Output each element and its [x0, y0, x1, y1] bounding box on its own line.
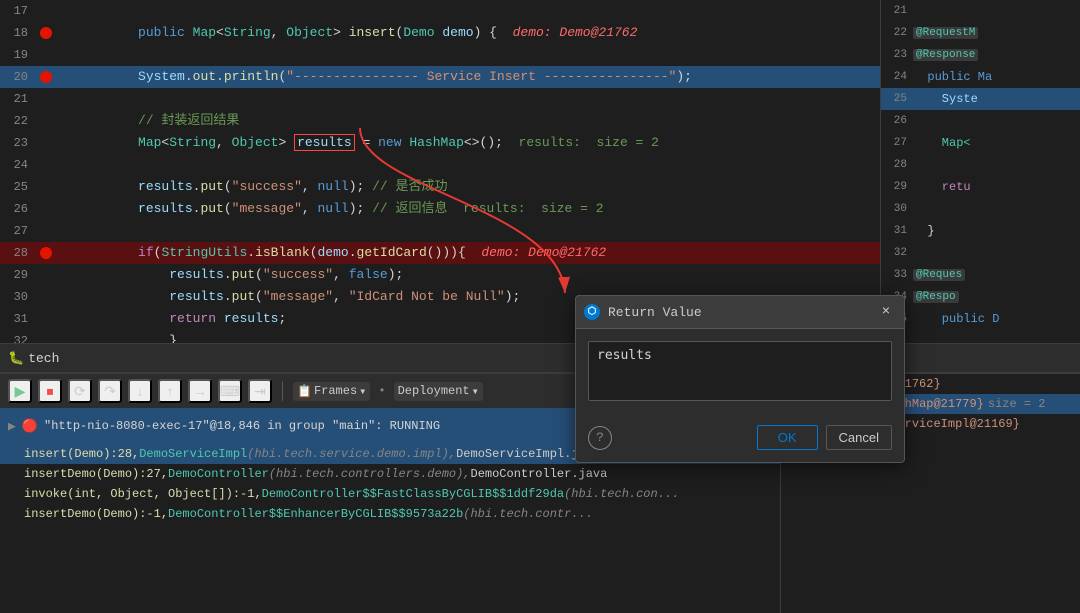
results-highlight: results [294, 134, 355, 151]
right-line-31: 31 } [881, 220, 1080, 242]
step-over-btn[interactable]: ↷ [98, 379, 122, 403]
line-num-24: 24 [0, 158, 36, 172]
line-num-30: 30 [0, 290, 36, 304]
frames-label: Frames [314, 384, 357, 398]
line-num-29: 29 [0, 268, 36, 282]
deployment-dropdown[interactable]: Deployment ▾ [394, 382, 483, 401]
run-to-cursor-btn[interactable]: → [188, 379, 212, 403]
line-num-28: 28 [0, 246, 36, 260]
right-line-24: 24 public Ma [881, 66, 1080, 88]
frame-class-0: DemoServiceImpl [139, 447, 247, 461]
resume-btn[interactable]: ▶ [8, 379, 32, 403]
modal-title-text: Return Value [608, 305, 868, 320]
main-container: 17 18 public Map<String, Object> insert(… [0, 0, 1080, 613]
frame-method-3: insertDemo(Demo):-1, [24, 507, 168, 521]
restart-btn[interactable]: ⟳ [68, 379, 92, 403]
stack-frame-3[interactable]: insertDemo(Demo):-1, DemoController$$Enh… [0, 504, 780, 524]
var-extra-results: size = 2 [988, 397, 1046, 411]
thread-icon: 🔴 [22, 419, 38, 434]
left-code-panel: 17 18 public Map<String, Object> insert(… [0, 0, 880, 343]
modal-footer: ? OK Cancel [576, 417, 904, 462]
right-line-30: 30 [881, 198, 1080, 220]
evaluate-btn[interactable]: ⌨ [218, 379, 242, 403]
right-line-35: 35 public D [881, 308, 1080, 330]
frames-icon: 📋 [297, 384, 312, 399]
modal-close-btn[interactable]: × [876, 302, 896, 322]
code-line-26: 26 results.put("message", null); // 返回信息… [0, 198, 880, 220]
stack-frame-1[interactable]: insertDemo(Demo):27, DemoController (hbi… [0, 464, 780, 484]
step-out-btn[interactable]: ↑ [158, 379, 182, 403]
frame-method-0: insert(Demo):28, [24, 447, 139, 461]
line-num-27: 27 [0, 224, 36, 238]
frame-class-2: DemoController$$FastClassByCGLIB$$1ddf29… [262, 487, 564, 501]
deployment-label: Deployment [398, 384, 470, 398]
modal-icon: ⬡ [584, 304, 600, 320]
right-line-25: 25 Syste [881, 88, 1080, 110]
line-num-23: 23 [0, 136, 36, 150]
modal-title-bar: ⬡ Return Value × [576, 296, 904, 329]
frames-arrow: ▾ [359, 384, 366, 399]
line-num-25: 25 [0, 180, 36, 194]
line-num-20: 20 [0, 70, 36, 84]
right-line-34: 34 @Respo [881, 286, 1080, 308]
debug-label[interactable]: tech [28, 351, 59, 366]
thread-expand-icon: ▶ [8, 419, 16, 434]
frame-method-1: insertDemo(Demo):27, [24, 467, 168, 481]
frame-method-2: invoke(int, Object, Object[]):-1, [24, 487, 262, 501]
return-value-modal: ⬡ Return Value × results ? OK Cancel [575, 295, 905, 463]
frame-file-italic-2: (hbi.tech.con... [564, 487, 679, 501]
separator-dot: • [378, 384, 385, 398]
code-line-23: 23 Map<String, Object> results = new Has… [0, 132, 880, 154]
line-num-31: 31 [0, 312, 36, 326]
right-line-27: 27 Map< [881, 132, 1080, 154]
line-num-26: 26 [0, 202, 36, 216]
debug-icon: 🐛 [8, 351, 24, 366]
breakpoint-18[interactable] [40, 27, 52, 39]
right-line-21: 21 [881, 0, 1080, 22]
frame-class-3: DemoController$$EnhancerByCGLIB$$9573a22… [168, 507, 463, 521]
stack-frame-2[interactable]: invoke(int, Object, Object[]):-1, DemoCo… [0, 484, 780, 504]
code-line-18: 18 public Map<String, Object> insert(Dem… [0, 22, 880, 44]
gutter-18 [36, 27, 56, 39]
frame-file-italic-0: (hbi.tech.service.demo.impl), [247, 447, 456, 461]
line-num-18: 18 [0, 26, 36, 40]
line-num-19: 19 [0, 48, 36, 62]
frames-dropdown[interactable]: 📋 Frames ▾ [293, 382, 370, 401]
right-line-33: 33 @Reques [881, 264, 1080, 286]
frame-file-italic-1: (hbi.tech.controllers.demo), [269, 467, 471, 481]
force-step-into-btn[interactable]: ⇥ [248, 379, 272, 403]
right-line-28: 28 [881, 154, 1080, 176]
thread-text: "http-nio-8080-exec-17"@18,846 in group … [44, 419, 440, 433]
gutter-28 [36, 247, 56, 259]
line-num-22: 22 [0, 114, 36, 128]
frame-class-1: DemoController [168, 467, 269, 481]
line-num-21: 21 [0, 92, 36, 106]
line-num-32: 32 [0, 334, 36, 343]
modal-input[interactable]: results [588, 341, 892, 401]
frame-file-italic-3: (hbi.tech.contr... [463, 507, 593, 521]
breakpoint-20[interactable] [40, 71, 52, 83]
modal-ok-btn[interactable]: OK [757, 425, 818, 450]
modal-body: results [576, 329, 904, 417]
right-line-26: 26 [881, 110, 1080, 132]
code-line-20: 20 System.out.println("---------------- … [0, 66, 880, 88]
breakpoint-28[interactable] [40, 247, 52, 259]
right-overview-panel: 21 22 @RequestM 23 @Response 24 public M… [880, 0, 1080, 343]
step-into-btn[interactable]: ↓ [128, 379, 152, 403]
right-line-32: 32 [881, 242, 1080, 264]
right-line-22: 22 @RequestM [881, 22, 1080, 44]
deployment-arrow: ▾ [472, 384, 479, 399]
modal-cancel-btn[interactable]: Cancel [826, 425, 892, 450]
bottom-debug-area: ▶ ⏹ ⟳ ↷ ↓ ↑ → ⌨ ⇥ 📋 Frames ▾ • Deploymen… [0, 373, 1080, 613]
debug-bar: 🐛 tech [0, 343, 1080, 373]
right-line-23: 23 @Response [881, 44, 1080, 66]
frame-file-1: DemoController.java [471, 467, 608, 481]
stop-btn[interactable]: ⏹ [38, 379, 62, 403]
right-line-29: 29 retu [881, 176, 1080, 198]
code-editor-area: 17 18 public Map<String, Object> insert(… [0, 0, 1080, 343]
modal-help-btn[interactable]: ? [588, 426, 612, 450]
line-num-17: 17 [0, 4, 36, 18]
gutter-20 [36, 71, 56, 83]
